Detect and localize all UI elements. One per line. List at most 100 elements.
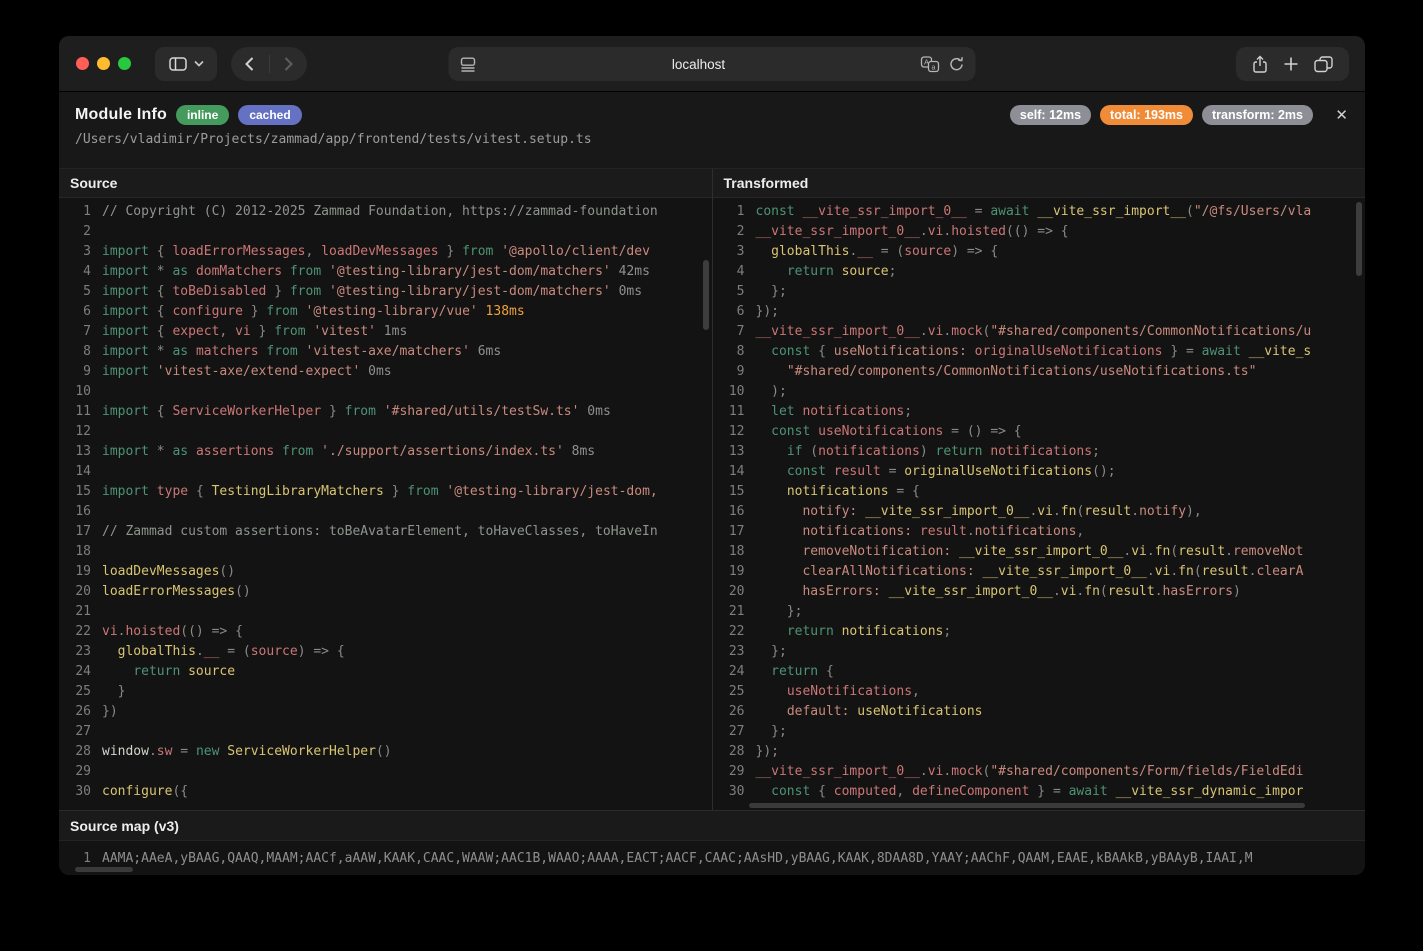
address-bar[interactable]: localhost Aa — [449, 47, 976, 81]
code-line: 16 notify: __vite_ssr_import_0__.vi.fn(r… — [713, 502, 1366, 522]
code-line: 12 const useNotifications = () => { — [713, 422, 1366, 442]
line-number: 3 — [713, 242, 745, 262]
tab-overview-icon[interactable] — [1314, 56, 1333, 73]
badge-cached: cached — [238, 105, 301, 125]
new-tab-icon[interactable] — [1284, 57, 1298, 71]
line-number: 30 — [713, 782, 745, 802]
line-number: 8 — [713, 342, 745, 362]
code-line: 27 — [59, 722, 712, 742]
line-number: 22 — [713, 622, 745, 642]
nav-buttons — [231, 47, 307, 81]
sourcemap-section: Source map (v3) 1 AAMA;AAeA,yBAAG,QAAQ,M… — [59, 810, 1365, 875]
line-number: 17 — [59, 522, 91, 542]
line-number: 16 — [59, 502, 91, 522]
code-line: 28}); — [713, 742, 1366, 762]
sidebar-toggle-button[interactable] — [155, 47, 217, 81]
line-number: 20 — [713, 582, 745, 602]
line-number: 5 — [713, 282, 745, 302]
close-window-button[interactable] — [76, 57, 89, 70]
code-line: 3import { loadErrorMessages, loadDevMess… — [59, 242, 712, 262]
code-line: 7import { expect, vi } from 'vitest' 1ms — [59, 322, 712, 342]
page-title: Module Info — [75, 106, 167, 124]
code-line: 28window.sw = new ServiceWorkerHelper() — [59, 742, 712, 762]
code-line: 14 — [59, 462, 712, 482]
line-number: 12 — [713, 422, 745, 442]
line-number: 2 — [59, 222, 91, 242]
transformed-horizontal-scrollbar[interactable] — [749, 803, 1305, 808]
sourcemap-code-area[interactable]: 1 AAMA;AAeA,yBAAG,QAAQ,MAAM;AACf,aAAW,KA… — [59, 841, 1365, 875]
line-number: 19 — [713, 562, 745, 582]
minimize-window-button[interactable] — [97, 57, 110, 70]
sourcemap-title: Source map (v3) — [59, 811, 1365, 841]
code-line: 18 — [59, 542, 712, 562]
line-number: 26 — [59, 702, 91, 722]
line-number: 13 — [713, 442, 745, 462]
code-line: 17 notifications: result.notifications, — [713, 522, 1366, 542]
line-number: 11 — [59, 402, 91, 422]
badge-inline: inline — [176, 105, 229, 125]
module-info-header: Module Info inline cached self: 12ms tot… — [59, 92, 1365, 168]
code-line: 10 ); — [713, 382, 1366, 402]
code-line: 2 — [59, 222, 712, 242]
browser-toolbar: localhost Aa — [59, 36, 1365, 92]
timing-total: total: 193ms — [1100, 105, 1193, 125]
code-line: 6import { configure } from '@testing-lib… — [59, 302, 712, 322]
code-line: 3 globalThis.__ = (source) => { — [713, 242, 1366, 262]
code-line: 30 const { computed, defineComponent } =… — [713, 782, 1366, 802]
code-line: 12 — [59, 422, 712, 442]
browser-window: localhost Aa Module Inf — [59, 36, 1365, 875]
line-number: 25 — [59, 682, 91, 702]
source-vertical-scrollbar[interactable] — [703, 260, 709, 330]
line-number: 10 — [713, 382, 745, 402]
code-line: 7__vite_ssr_import_0__.vi.mock("#shared/… — [713, 322, 1366, 342]
code-line: 23 globalThis.__ = (source) => { — [59, 642, 712, 662]
zoom-window-button[interactable] — [118, 57, 131, 70]
line-number: 8 — [59, 342, 91, 362]
sourcemap-mappings: AAMA;AAeA,yBAAG,QAAQ,MAAM;AACf,aAAW,KAAK… — [91, 851, 1253, 866]
close-icon[interactable]: ✕ — [1335, 106, 1348, 124]
back-button[interactable] — [231, 47, 269, 81]
forward-button[interactable] — [270, 47, 308, 81]
line-number: 12 — [59, 422, 91, 442]
line-number: 25 — [713, 682, 745, 702]
reader-view-icon[interactable] — [460, 57, 477, 72]
module-path: /Users/vladimir/Projects/zammad/app/fron… — [75, 132, 1349, 147]
transformed-panel-title: Transformed — [713, 169, 1366, 198]
toolbar-right-group — [1236, 47, 1349, 81]
line-number: 7 — [713, 322, 745, 342]
code-line: 15 notifications = { — [713, 482, 1366, 502]
line-number: 27 — [59, 722, 91, 742]
code-line: 27 }; — [713, 722, 1366, 742]
transformed-panel: Transformed 1const __vite_ssr_import_0__… — [713, 169, 1366, 810]
timing-badges: self: 12ms total: 193ms transform: 2ms — [1010, 105, 1313, 125]
code-line: 10 — [59, 382, 712, 402]
code-line: 19 clearAllNotifications: __vite_ssr_imp… — [713, 562, 1366, 582]
line-number: 14 — [713, 462, 745, 482]
line-number: 1 — [59, 202, 91, 222]
transformed-vertical-scrollbar[interactable] — [1356, 202, 1362, 276]
code-line: 11import { ServiceWorkerHelper } from '#… — [59, 402, 712, 422]
transformed-code-area[interactable]: 1const __vite_ssr_import_0__ = await __v… — [713, 198, 1366, 810]
code-line: 24 return source — [59, 662, 712, 682]
translate-icon[interactable]: Aa — [921, 56, 940, 73]
line-number: 3 — [59, 242, 91, 262]
code-line: 20 hasErrors: __vite_ssr_import_0__.vi.f… — [713, 582, 1366, 602]
line-number: 5 — [59, 282, 91, 302]
line-number: 4 — [713, 262, 745, 282]
line-number: 29 — [59, 762, 91, 782]
share-icon[interactable] — [1252, 55, 1268, 74]
url-text[interactable]: localhost — [477, 57, 921, 72]
line-number: 29 — [713, 762, 745, 782]
code-line: 19loadDevMessages() — [59, 562, 712, 582]
code-line: 16 — [59, 502, 712, 522]
line-number: 13 — [59, 442, 91, 462]
line-number: 16 — [713, 502, 745, 522]
code-line: 22 return notifications; — [713, 622, 1366, 642]
source-code-area[interactable]: 1// Copyright (C) 2012-2025 Zammad Found… — [59, 198, 712, 810]
line-number: 11 — [713, 402, 745, 422]
code-line: 8 const { useNotifications: originalUseN… — [713, 342, 1366, 362]
reload-icon[interactable] — [949, 56, 965, 72]
sourcemap-horizontal-scrollbar[interactable] — [75, 867, 133, 872]
sourcemap-line-number: 1 — [59, 851, 91, 866]
line-number: 18 — [713, 542, 745, 562]
